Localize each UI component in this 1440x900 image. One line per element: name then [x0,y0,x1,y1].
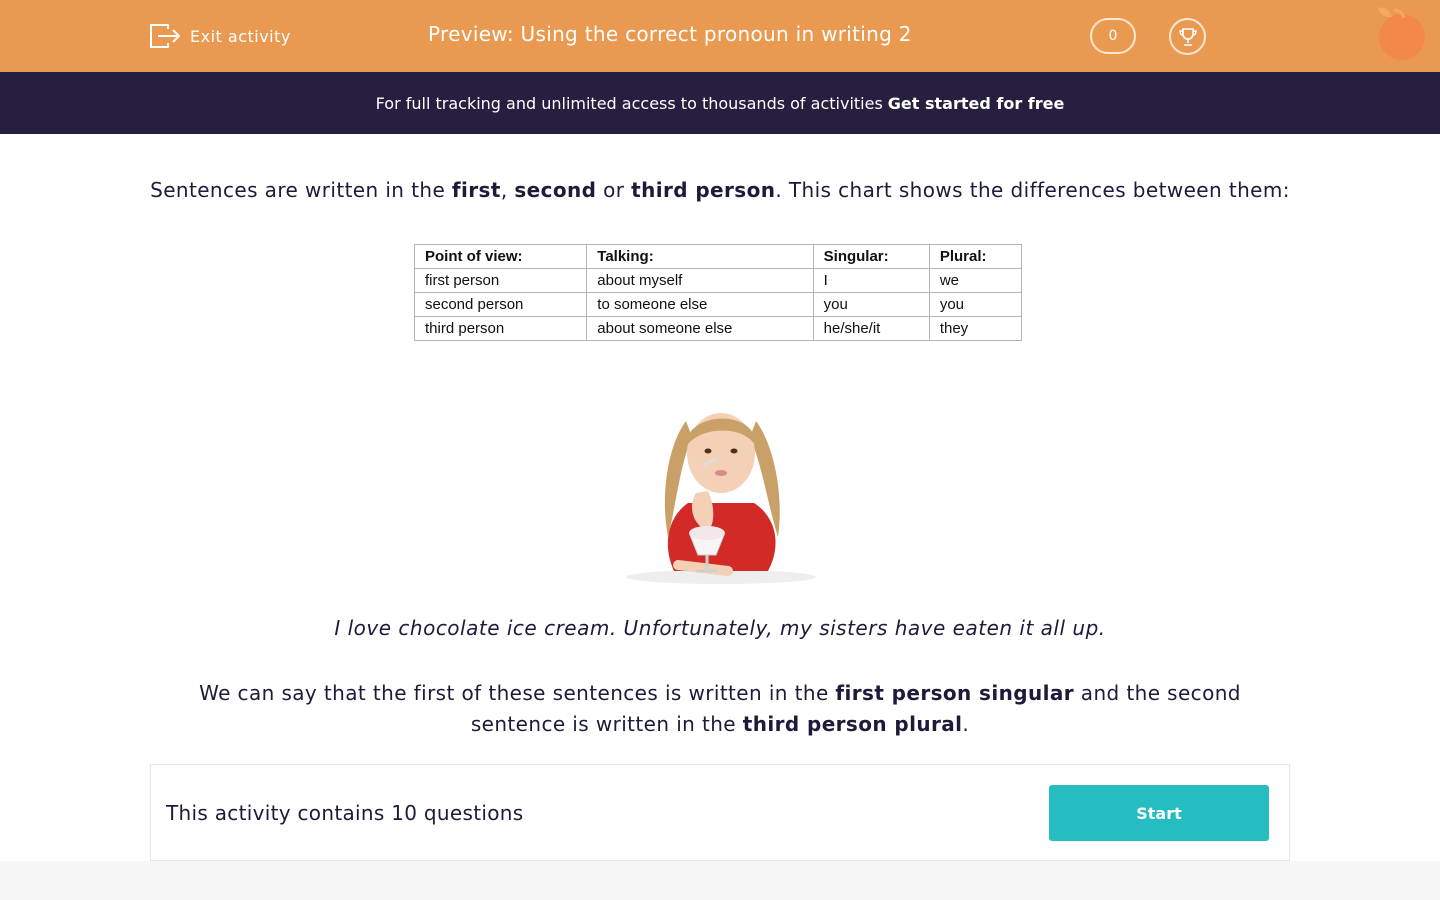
table-cell: they [928,316,1023,341]
start-button[interactable]: Start [1049,785,1269,841]
point-of-view-table: Point of view: Talking: Singular: Plural… [413,244,1023,341]
exit-activity-label: Exit activity [190,26,291,46]
activity-start-panel: This activity contains 10 questions Star… [150,764,1290,861]
trophy-icon [1178,27,1197,46]
table-cell: we [928,268,1023,293]
table-header-cell: Point of view: [413,244,588,269]
question-count-text: This activity contains 10 questions [166,801,524,825]
top-bar: Exit activity Preview: Using the correct… [0,0,1440,72]
score-badge: 0 [1090,18,1136,54]
table-cell: you [928,292,1023,317]
page-footer [0,861,1440,900]
table-cell: he/she/it [812,316,930,341]
table-cell: you [812,292,930,317]
table-header-cell: Plural: [928,244,1023,269]
banner-text: For full tracking and unlimited access t… [375,93,883,113]
table-header-row: Point of view: Talking: Singular: Plural… [413,244,1023,269]
table-row: first person about myself I we [413,268,1023,293]
get-started-link[interactable]: Get started for free [888,94,1065,113]
table-cell: third person [413,316,588,341]
explanation-text: We can say that the first of these sente… [199,681,1241,736]
exit-activity-button[interactable]: Exit activity [148,20,291,52]
table-cell: I [812,268,930,293]
table-cell: about myself [586,268,814,293]
table-cell: first person [413,268,588,293]
girl-eating-ice-cream-image [626,413,816,584]
orange-logo [1378,7,1425,60]
table-header-cell: Singular: [812,244,930,269]
intro-text: Sentences are written in the first, seco… [150,178,1290,202]
table-cell: about someone else [586,316,814,341]
trophy-button[interactable] [1169,18,1206,55]
exit-icon [150,24,180,48]
page-title: Preview: Using the correct pronoun in wr… [428,22,912,46]
table-header-cell: Talking: [586,244,814,269]
table-cell: to someone else [586,292,814,317]
table-cell: second person [413,292,588,317]
table-row: third person about someone else he/she/i… [413,316,1023,341]
example-sentences: I love chocolate ice cream. Unfortunatel… [334,616,1106,640]
table-row: second person to someone else you you [413,292,1023,317]
upgrade-banner: For full tracking and unlimited access t… [0,72,1440,134]
